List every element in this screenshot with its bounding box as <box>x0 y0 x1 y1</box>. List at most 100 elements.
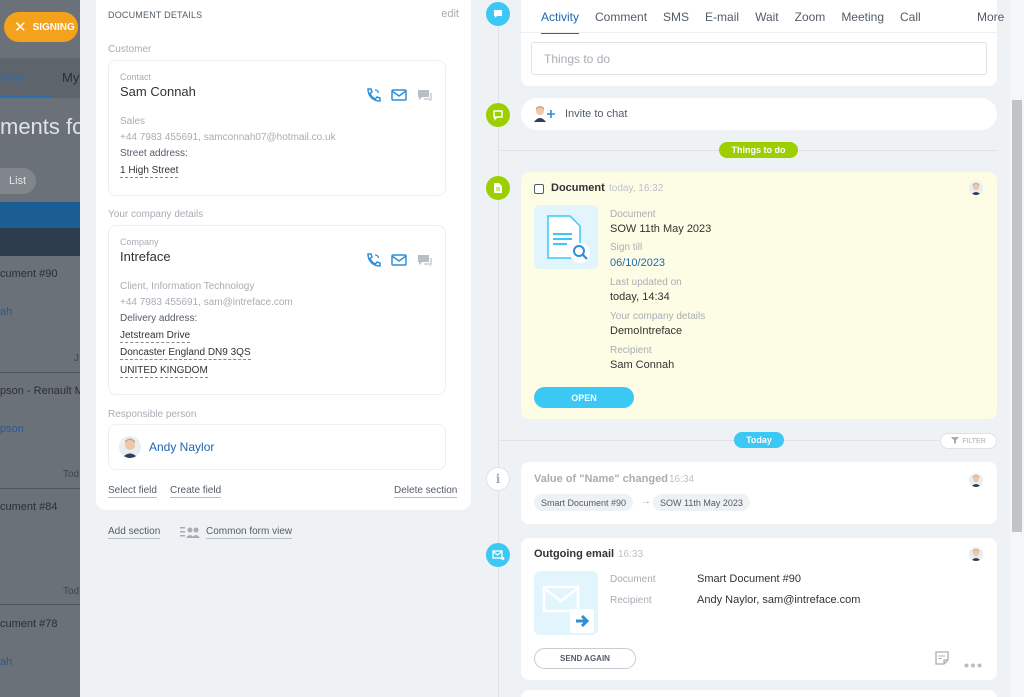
email-envelope-icon <box>534 571 598 635</box>
mail-icon[interactable] <box>391 254 407 266</box>
email-title: Outgoing email <box>534 548 615 560</box>
avatar[interactable] <box>969 181 983 195</box>
phone-icon[interactable] <box>365 88 381 102</box>
section-title: DOCUMENT DETAILS <box>108 10 203 20</box>
scrollbar-thumb[interactable] <box>1012 100 1022 532</box>
signing-label: SIGNING <box>32 21 75 33</box>
tab-activity[interactable]: Activity <box>541 2 580 34</box>
divider <box>521 32 997 33</box>
old-value-chip: Smart Document #90 <box>534 494 634 511</box>
background-muted-text: Tod <box>63 469 80 480</box>
background-page: ✕ SIGNING ents My ments for List cument … <box>0 0 80 697</box>
send-again-button[interactable]: SEND AGAIN <box>534 648 636 669</box>
avatar[interactable] <box>119 436 141 458</box>
street-address-value[interactable]: 1 High Street <box>120 165 179 178</box>
company-details-value: DemoIntreface <box>610 325 683 337</box>
email-recipient-value: Andy Naylor, sam@intreface.com <box>697 594 861 606</box>
phone-icon[interactable] <box>365 253 381 267</box>
avatar[interactable] <box>969 547 983 561</box>
background-tab-my[interactable]: My <box>62 70 79 85</box>
tab-comment[interactable]: Comment <box>595 2 647 34</box>
edit-link[interactable]: edit <box>441 8 459 20</box>
create-field-link[interactable]: Create field <box>170 485 222 498</box>
document-card: Document today, 16:32 Document SOW 11th … <box>521 172 997 419</box>
background-tab-documents[interactable]: ents <box>0 70 25 85</box>
delivery-address-line[interactable]: UNITED KINGDOM <box>120 365 208 378</box>
background-row-title[interactable]: cument #90 <box>0 268 80 280</box>
name-change-card: Value of "Name" changed 16:34 Smart Docu… <box>521 462 997 524</box>
more-label: More <box>977 10 1005 24</box>
background-tabs: ents My <box>0 58 80 98</box>
responsible-name[interactable]: Andy Naylor <box>149 440 214 454</box>
activity-icon <box>486 2 510 26</box>
things-to-do-badge: Things to do <box>719 142 798 158</box>
invite-label: Invite to chat <box>565 108 628 120</box>
background-header-row <box>0 228 80 256</box>
invite-to-chat[interactable]: Invite to chat <box>521 98 997 130</box>
delivery-address-line[interactable]: Jetstream Drive <box>120 330 191 343</box>
delivery-address-line[interactable]: Doncaster England DN9 3QS <box>120 347 251 360</box>
company-phone-email[interactable]: +44 7983 455691, sam@intreface.com <box>120 297 293 308</box>
company-card: Company Intreface Client, Information Te… <box>108 225 446 395</box>
document-details-panel: DOCUMENT DETAILS edit Customer Contact S… <box>96 0 471 510</box>
email-recipient-label: Recipient <box>610 595 652 606</box>
form-view-icon <box>180 525 202 543</box>
todo-input[interactable]: Things to do <box>531 42 987 75</box>
avatar[interactable] <box>969 473 983 487</box>
background-page-title: ments for <box>0 114 80 139</box>
background-row-link[interactable]: ah <box>0 306 12 318</box>
chat-icon <box>486 103 510 127</box>
activity-tabs: Activity Comment SMS E-mail Wait Zoom Me… <box>541 2 937 34</box>
contact-name[interactable]: Sam Connah <box>120 84 196 99</box>
document-checkbox[interactable] <box>534 184 544 194</box>
tab-call[interactable]: Call <box>900 2 921 34</box>
background-row-title[interactable]: cument #78 <box>0 618 80 630</box>
tab-meeting[interactable]: Meeting <box>841 2 884 34</box>
contact-phone-email[interactable]: +44 7983 455691, samconnah07@hotmail.co.… <box>120 132 336 143</box>
sign-till-value[interactable]: 06/10/2023 <box>610 257 665 269</box>
chat-icon[interactable] <box>417 89 433 102</box>
select-field-link[interactable]: Select field <box>108 485 157 498</box>
document-value: SOW 11th May 2023 <box>610 223 712 235</box>
today-badge: Today <box>734 432 784 448</box>
close-icon[interactable]: ✕ <box>14 18 27 36</box>
background-row-title[interactable]: cument #84 <box>0 501 80 513</box>
note-icon[interactable] <box>935 651 949 670</box>
mail-icon[interactable] <box>391 89 407 101</box>
company-label: Your company details <box>108 209 204 220</box>
company-actions <box>365 253 433 267</box>
tab-wait[interactable]: Wait <box>755 2 779 34</box>
document-card-time: today, 16:32 <box>609 183 664 194</box>
email-out-icon <box>486 543 510 567</box>
filter-button[interactable]: FILTER <box>940 433 997 449</box>
recipient-value: Sam Connah <box>610 359 675 371</box>
street-address-label: Street address: <box>120 148 188 159</box>
chat-icon[interactable] <box>417 254 433 267</box>
tab-underline <box>0 96 52 98</box>
background-row-title[interactable]: pson - Renault M <box>0 385 80 397</box>
outgoing-email-card: Outgoing email 16:33 Document Smart Docu… <box>521 538 997 680</box>
next-timeline-card <box>521 690 997 697</box>
customer-label: Customer <box>108 44 152 55</box>
open-button[interactable]: OPEN <box>534 387 634 408</box>
more-dots-icon[interactable] <box>964 655 982 673</box>
tab-email[interactable]: E-mail <box>705 2 739 34</box>
divider <box>0 488 80 489</box>
tab-zoom[interactable]: Zoom <box>795 2 826 34</box>
list-view-button[interactable]: List <box>0 168 36 194</box>
delete-section-link[interactable]: Delete section <box>394 485 458 498</box>
background-row-link[interactable]: ah <box>0 656 12 668</box>
add-section-link[interactable]: Add section <box>108 526 161 539</box>
activity-editor: Activity Comment SMS E-mail Wait Zoom Me… <box>521 0 1021 86</box>
background-muted-text: J <box>74 353 79 364</box>
sign-till-label: Sign till <box>610 242 643 253</box>
company-details-label: Your company details <box>610 311 706 322</box>
common-form-view-link[interactable]: Common form view <box>206 526 293 539</box>
arrow-right-icon: → <box>641 496 651 507</box>
tab-sms[interactable]: SMS <box>663 2 689 34</box>
signing-button[interactable]: ✕ SIGNING <box>4 12 78 42</box>
background-row-link[interactable]: pson <box>0 423 24 435</box>
responsible-card: Andy Naylor <box>108 424 446 470</box>
company-name[interactable]: Intreface <box>120 249 171 264</box>
filter-label: FILTER <box>962 437 986 445</box>
